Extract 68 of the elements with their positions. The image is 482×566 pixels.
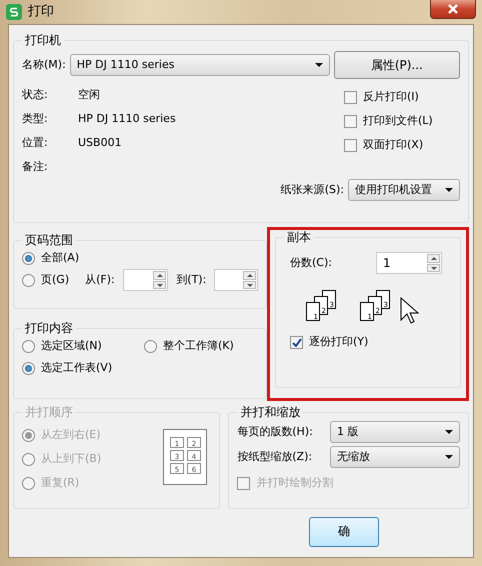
field-value: HP DJ 1110 series [78, 112, 176, 127]
group-title: 副本 [286, 230, 312, 244]
radio-label[interactable]: 全部(A) [41, 251, 80, 266]
down-arrow-icon [246, 284, 252, 287]
radio-button[interactable] [22, 340, 35, 353]
radio-button[interactable] [22, 362, 35, 375]
close-icon [448, 4, 458, 14]
spin-down-button[interactable] [153, 280, 166, 290]
pages-per-sheet-dropdown[interactable]: 1 版 [330, 421, 460, 444]
scale-dropdown[interactable]: 无缩放 [330, 446, 460, 468]
field-label: 份数(C): [289, 256, 333, 271]
page-from-field[interactable] [122, 269, 168, 292]
radio-label[interactable]: 选定工作表(V) [41, 361, 112, 376]
copies-field[interactable]: 1 [376, 252, 442, 274]
spin-down-button[interactable] [243, 280, 256, 290]
ok-button[interactable]: 确 [309, 517, 379, 547]
spin-up-button[interactable] [427, 254, 440, 263]
checkbox[interactable] [290, 336, 303, 349]
radio-label[interactable]: 选定区域(N) [41, 339, 102, 354]
paper-source-dropdown[interactable]: 使用打印机设置 [348, 179, 460, 202]
field-label: 类型: [22, 112, 49, 127]
checkbox[interactable] [344, 90, 357, 104]
field-value: 空闲 [78, 88, 100, 103]
checkbox-label[interactable]: 双面打印(X) [363, 138, 424, 153]
dropdown-arrow-icon [445, 430, 453, 434]
dropdown-arrow-icon [445, 455, 453, 460]
field-label: 按纸型缩放(Z): [237, 450, 314, 465]
app-logo-icon [6, 4, 22, 20]
group-title: 打印机 [24, 33, 62, 48]
field-label: 纸张来源(S): [280, 183, 344, 198]
radio-label[interactable]: 整个工作簿(K) [163, 339, 234, 354]
up-arrow-icon [156, 274, 163, 278]
radio-label[interactable]: 页(G) [41, 273, 70, 288]
window-title: 打印 [28, 4, 54, 20]
radio-button[interactable] [22, 252, 35, 265]
printer-dropdown[interactable]: HP DJ 1110 series [70, 54, 330, 76]
checkbox[interactable] [344, 138, 357, 152]
checkbox-label[interactable]: 反片打印(I) [363, 90, 419, 105]
field-label: 位置: [22, 136, 49, 151]
spin-up-button[interactable] [243, 271, 256, 280]
down-arrow-icon [156, 284, 163, 287]
group-title: 并打和缩放 [239, 405, 302, 420]
checkbox-label[interactable]: 逐份打印(Y) [309, 335, 368, 350]
field-label: 从(F): [85, 273, 115, 288]
page-to-field[interactable] [214, 269, 258, 292]
mouse-cursor-icon [400, 297, 420, 325]
spin-down-button[interactable] [427, 264, 440, 272]
radio-button[interactable] [22, 274, 35, 287]
group-title: 页码范围 [24, 233, 74, 248]
group-title: 打印内容 [24, 321, 74, 336]
field-label: 状态: [22, 88, 49, 103]
field-label: 到(T): [176, 273, 206, 288]
checkbox-label[interactable]: 打印到文件(L) [363, 114, 433, 129]
field-value: USB001 [78, 136, 122, 151]
spin-up-button[interactable] [153, 271, 166, 280]
checkbox[interactable] [344, 114, 357, 128]
field-label: 备注: [22, 160, 49, 175]
up-arrow-icon [246, 274, 252, 278]
close-button[interactable] [430, 0, 476, 19]
dropdown-arrow-icon [314, 63, 323, 68]
up-arrow-icon [430, 257, 436, 260]
properties-button[interactable]: 属性(P)... [334, 51, 460, 80]
radio-button[interactable] [144, 340, 157, 353]
dropdown-arrow-icon [445, 188, 453, 192]
field-label: 每页的版数(H): [237, 425, 314, 440]
group-title: 并打顺序 [24, 405, 74, 420]
down-arrow-icon [430, 266, 436, 270]
field-label: 名称(M): [22, 58, 66, 73]
